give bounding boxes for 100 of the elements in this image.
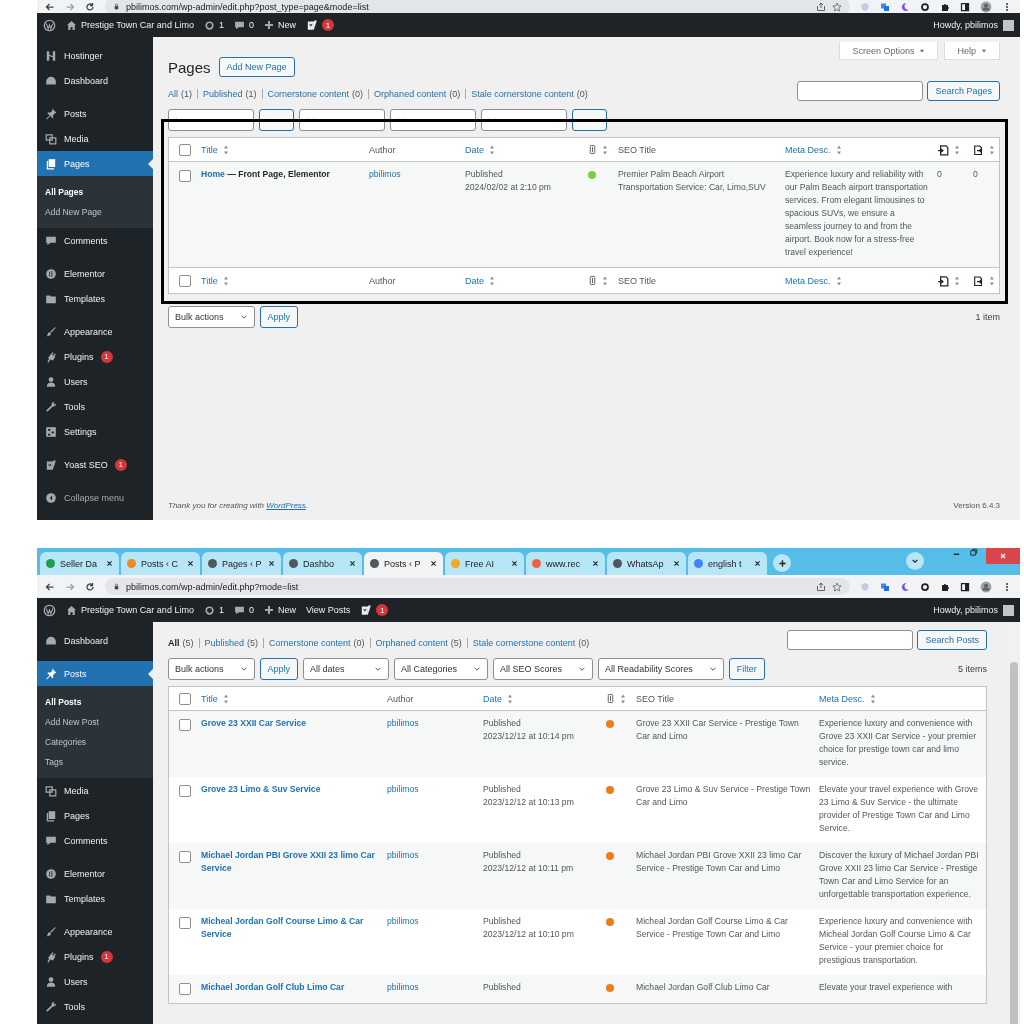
search-field[interactable] bbox=[787, 630, 914, 650]
menu-item[interactable]: Comments bbox=[37, 228, 153, 253]
action-button[interactable]: Filter bbox=[728, 658, 765, 680]
add-new-button[interactable]: Add New Page bbox=[218, 57, 295, 77]
menu-item[interactable]: Elementor bbox=[37, 861, 153, 886]
menu-item[interactable]: Tools bbox=[37, 394, 153, 419]
menu-item[interactable]: Appearance bbox=[37, 319, 153, 344]
greeting-link[interactable]: Howdy, pbilimos bbox=[933, 20, 998, 30]
menu-item[interactable]: Templates bbox=[37, 886, 153, 911]
greeting-link[interactable]: Howdy, pbilimos bbox=[933, 605, 998, 615]
menu-item[interactable]: Dashboard bbox=[37, 628, 153, 653]
author-link[interactable]: pbilimos bbox=[387, 982, 419, 992]
menu-item[interactable]: Plugins 1 bbox=[37, 944, 153, 969]
post-title-link[interactable]: Micheal Jordan Golf Course Limo & Car Service bbox=[201, 915, 379, 941]
menu-item[interactable]: Tools bbox=[37, 994, 153, 1019]
status-filter-link[interactable]: Stale cornerstone content bbox=[471, 89, 574, 99]
column-header-link[interactable]: Date bbox=[483, 693, 502, 704]
status-filter-link[interactable]: Orphaned content bbox=[374, 89, 447, 99]
search-field[interactable] bbox=[797, 81, 924, 101]
status-filter-link[interactable]: All bbox=[168, 89, 178, 99]
tab-search-button[interactable] bbox=[906, 552, 924, 570]
menu-item[interactable]: Collapse menu bbox=[37, 485, 153, 510]
menu-item[interactable]: Media bbox=[37, 126, 153, 151]
select-all-checkbox[interactable] bbox=[179, 692, 191, 705]
status-filter-link[interactable]: Orphaned content bbox=[375, 638, 448, 648]
address-bar[interactable]: pbilimos.com/wp-admin/edit.php?mode=list bbox=[105, 578, 850, 595]
author-link[interactable]: pbilimos bbox=[369, 169, 401, 179]
dropdown[interactable]: All Categories bbox=[394, 658, 489, 680]
browser-tab[interactable]: english t bbox=[688, 552, 767, 575]
status-filter-link[interactable]: All bbox=[168, 638, 180, 648]
dropdown[interactable]: Bulk actions bbox=[168, 306, 255, 328]
menu-item[interactable]: Posts bbox=[37, 101, 153, 126]
comments-link[interactable]: 0 bbox=[233, 604, 254, 616]
submenu-item[interactable]: Tags bbox=[37, 752, 153, 772]
comments-link[interactable]: 0 bbox=[233, 19, 254, 31]
column-header-link[interactable]: Meta Desc. bbox=[785, 275, 831, 286]
new-tab-button[interactable] bbox=[773, 554, 791, 572]
view-posts-link[interactable]: View Posts bbox=[305, 605, 351, 615]
menu-item[interactable]: Pages bbox=[37, 803, 153, 828]
help-button[interactable]: Help bbox=[944, 42, 1000, 60]
browser-tab[interactable]: Dashbo bbox=[283, 552, 362, 575]
menu-item[interactable]: Elementor bbox=[37, 261, 153, 286]
menu-item[interactable]: Yoast SEO 1 bbox=[37, 452, 153, 477]
menu-item[interactable]: Hostinger bbox=[37, 43, 153, 68]
select-all-checkbox[interactable] bbox=[179, 143, 191, 156]
menu-item[interactable]: Comments bbox=[37, 828, 153, 853]
column-header-link[interactable]: Meta Desc. bbox=[785, 144, 831, 155]
post-title-link[interactable]: Grove 23 Limo & Suv Service bbox=[201, 783, 321, 796]
column-header-link[interactable]: Title bbox=[201, 144, 218, 155]
submenu-item[interactable]: Add New Page bbox=[37, 202, 153, 222]
updates-link[interactable]: 1 bbox=[203, 604, 224, 616]
updates-link[interactable]: 1 bbox=[203, 19, 224, 31]
menu-item[interactable]: Settings bbox=[37, 419, 153, 444]
menu-item[interactable]: Templates bbox=[37, 286, 153, 311]
row-checkbox[interactable] bbox=[179, 170, 191, 182]
dropdown[interactable]: All SEO Scores bbox=[493, 658, 594, 680]
submenu-item[interactable]: All Posts bbox=[37, 692, 153, 712]
browser-tab[interactable]: WhatsAp bbox=[607, 552, 686, 575]
new-link[interactable]: New bbox=[263, 20, 296, 30]
post-title-link[interactable]: Grove 23 XXII Car Service bbox=[201, 717, 307, 730]
new-link[interactable]: New bbox=[263, 605, 296, 615]
action-button[interactable]: Apply bbox=[259, 306, 299, 328]
status-filter-link[interactable]: Cornerstone content bbox=[267, 89, 350, 99]
dropdown[interactable]: All dates bbox=[303, 658, 390, 680]
menu-item[interactable]: Pages bbox=[37, 151, 153, 176]
menu-item[interactable]: Plugins 1 bbox=[37, 344, 153, 369]
search-button[interactable]: Search Posts bbox=[917, 630, 987, 650]
author-link[interactable]: pbilimos bbox=[387, 718, 419, 728]
action-button[interactable]: Apply bbox=[259, 658, 299, 680]
column-header-link[interactable]: Meta Desc. bbox=[819, 693, 865, 704]
row-checkbox[interactable] bbox=[179, 719, 191, 731]
site-link[interactable]: Prestige Town Car and Limo bbox=[66, 19, 194, 31]
submenu-item[interactable]: Categories bbox=[37, 732, 153, 752]
site-link[interactable]: Prestige Town Car and Limo bbox=[66, 604, 194, 616]
row-checkbox[interactable] bbox=[179, 917, 191, 929]
menu-item[interactable]: Users bbox=[37, 969, 153, 994]
status-filter-link[interactable]: Cornerstone content bbox=[269, 638, 351, 648]
browser-tab[interactable]: Pages ‹ P bbox=[202, 552, 281, 575]
status-filter-link[interactable]: Published bbox=[204, 638, 245, 648]
browser-tab[interactable]: Posts ‹ C bbox=[121, 552, 200, 575]
column-header-link[interactable]: Title bbox=[201, 693, 218, 704]
status-filter-link[interactable]: Stale cornerstone content bbox=[472, 638, 576, 648]
menu-item[interactable]: Appearance bbox=[37, 919, 153, 944]
browser-tab[interactable]: www.rec bbox=[526, 552, 605, 575]
menu-item[interactable]: Users bbox=[37, 369, 153, 394]
row-checkbox[interactable] bbox=[179, 851, 191, 863]
row-checkbox[interactable] bbox=[179, 983, 191, 995]
column-header-link[interactable]: Date bbox=[465, 275, 484, 286]
column-header-link[interactable]: Title bbox=[201, 275, 218, 286]
submenu-item[interactable]: All Pages bbox=[37, 182, 153, 202]
menu-item[interactable]: Posts bbox=[37, 661, 153, 686]
select-all-checkbox[interactable] bbox=[179, 274, 191, 287]
row-checkbox[interactable] bbox=[179, 785, 191, 797]
screen-options-button[interactable]: Screen Options bbox=[839, 42, 939, 60]
window-close-button[interactable] bbox=[986, 548, 1020, 564]
author-link[interactable]: pbilimos bbox=[387, 850, 419, 860]
author-link[interactable]: pbilimos bbox=[387, 916, 419, 926]
browser-tab[interactable]: Free AI bbox=[445, 552, 524, 575]
author-link[interactable]: pbilimos bbox=[387, 784, 419, 794]
submenu-item[interactable]: Add New Post bbox=[37, 712, 153, 732]
